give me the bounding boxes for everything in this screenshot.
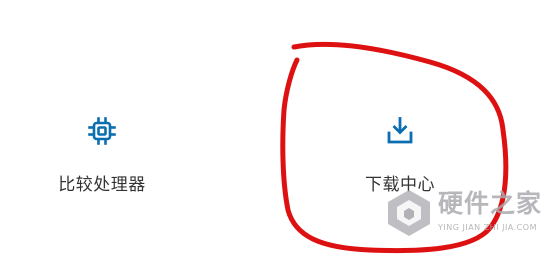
download-tray-icon bbox=[385, 112, 415, 150]
processor-chip-icon bbox=[87, 112, 117, 150]
download-center-label: 下载中心 bbox=[365, 175, 435, 195]
compare-processors-label: 比较处理器 bbox=[58, 175, 146, 195]
hardware-home-logo-icon bbox=[388, 190, 430, 236]
compare-processors-tile[interactable]: 比较处理器 bbox=[38, 112, 166, 195]
download-center-tile[interactable]: 下载中心 bbox=[340, 112, 460, 195]
watermark-subtitle: YING JIAN ZHI JIA.COM bbox=[438, 223, 537, 232]
site-watermark: 硬件之家 YING JIAN ZHI JIA.COM bbox=[384, 188, 554, 248]
